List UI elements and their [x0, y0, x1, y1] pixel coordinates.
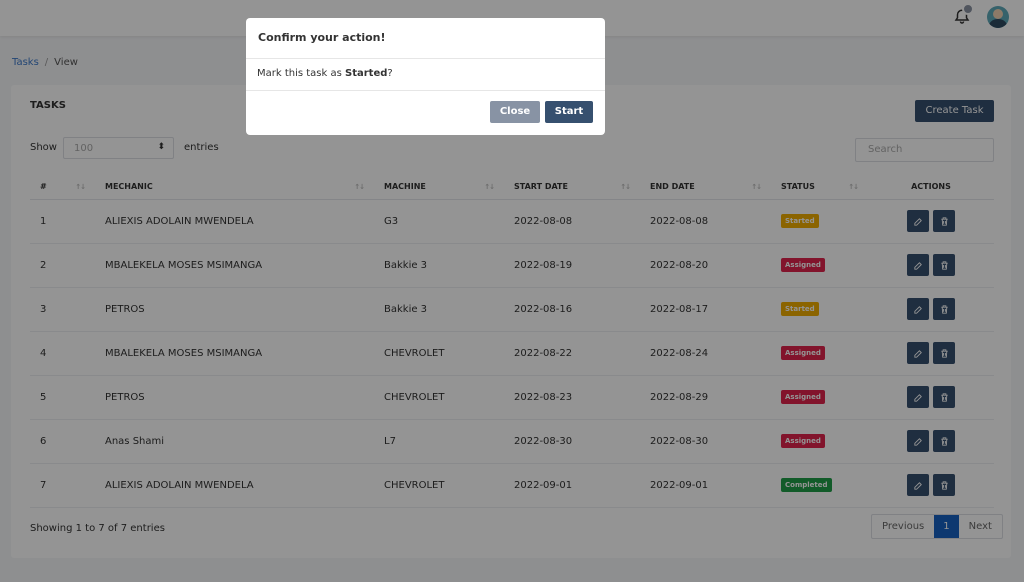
dialog-footer: Close Start — [246, 91, 605, 135]
dialog-message-status: Started — [345, 68, 388, 79]
dialog-message-prefix: Mark this task as — [257, 68, 346, 79]
dialog-message-suffix: ? — [387, 68, 393, 79]
close-button[interactable]: Close — [490, 101, 540, 123]
confirm-dialog: Confirm your action! Mark this task as S… — [246, 18, 605, 135]
dialog-message: Mark this task as Started? — [246, 59, 605, 91]
dialog-title: Confirm your action! — [246, 18, 605, 59]
start-button[interactable]: Start — [545, 101, 593, 123]
